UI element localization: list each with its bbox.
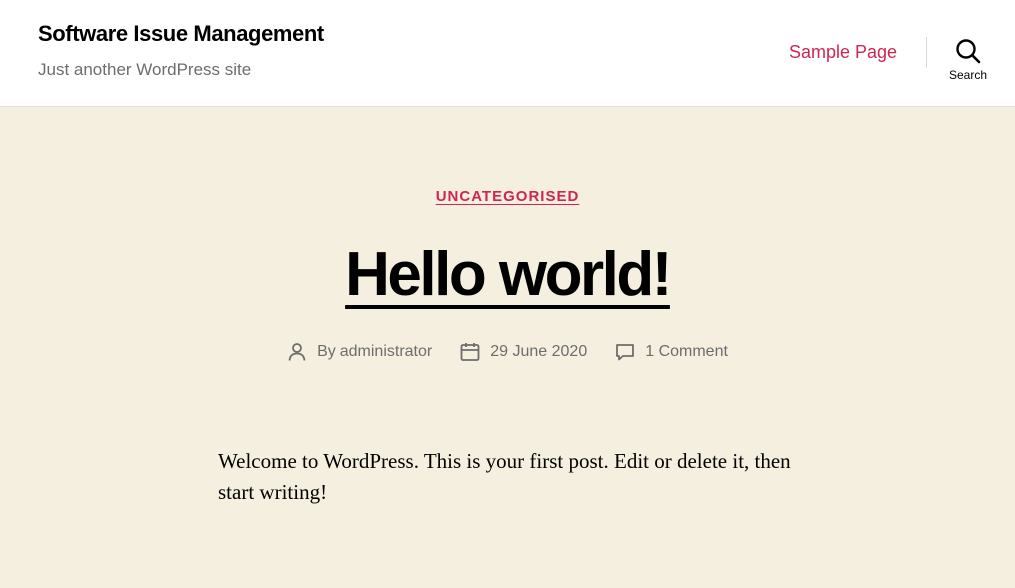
search-label: Search	[948, 68, 988, 82]
post-date: 29 June 2020	[460, 342, 587, 362]
comment-icon	[616, 344, 635, 361]
person-icon	[288, 343, 306, 361]
nav-link-sample-page[interactable]: Sample Page	[789, 42, 897, 63]
search-toggle-button[interactable]: Search	[940, 38, 996, 90]
category-link[interactable]: UNCATEGORISED	[436, 188, 580, 205]
comments-link[interactable]: 1 Comment	[645, 343, 728, 361]
author-link[interactable]: administrator	[340, 343, 432, 361]
site-header: Software Issue Management Just another W…	[0, 0, 1015, 107]
post-content: Welcome to WordPress. This is your first…	[218, 449, 791, 504]
date-link[interactable]: 29 June 2020	[490, 343, 587, 361]
post-title: Hello world!	[0, 236, 1015, 314]
calendar-icon	[460, 343, 480, 361]
post-author: By administrator	[287, 342, 432, 362]
site-description: Just another WordPress site	[38, 60, 252, 79]
post-meta: By administrator 29 June 2020 1 Comment	[0, 342, 1015, 362]
search-icon	[956, 39, 981, 64]
post-comments: 1 Comment	[615, 342, 728, 362]
author-prefix: By	[317, 343, 336, 360]
site-title-link[interactable]: Software Issue Management	[38, 21, 324, 47]
nav-divider	[926, 37, 927, 68]
post-title-link[interactable]: Hello world!	[345, 240, 672, 309]
post-categories: UNCATEGORISED	[0, 188, 1015, 206]
